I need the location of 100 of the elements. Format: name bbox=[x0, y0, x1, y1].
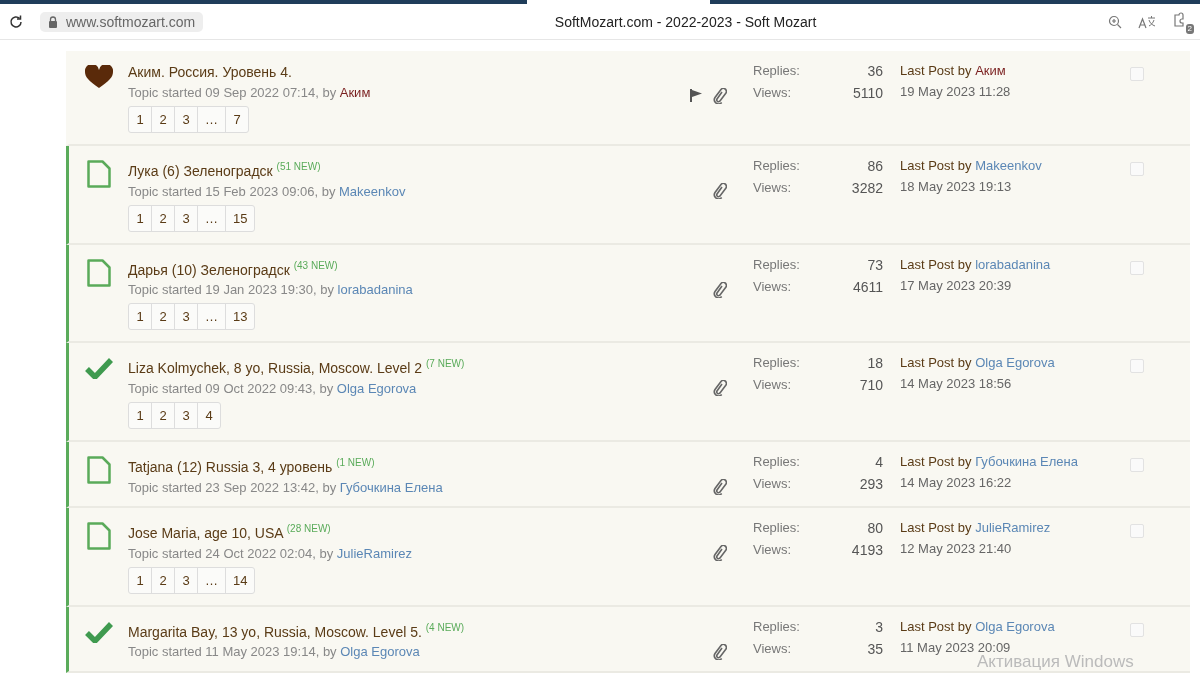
select-checkbox[interactable] bbox=[1130, 523, 1144, 538]
lock-icon bbox=[48, 15, 58, 28]
page-link[interactable]: 1 bbox=[129, 205, 151, 231]
topic-title-link[interactable]: Liza Kolmychek, 8 yo, Russia, Moscow. Level 2 bbox=[128, 359, 423, 376]
replies-count: 86 bbox=[866, 158, 883, 174]
page-link[interactable]: … bbox=[197, 205, 225, 231]
topic-started-text: Topic started 24 Oct 2022 02:04, by JulieRamirez bbox=[128, 545, 413, 561]
topic-title-link[interactable]: Дарья (10) Зеленоградск bbox=[128, 261, 290, 278]
replies-count: 18 bbox=[866, 355, 883, 372]
page-link[interactable]: 3 bbox=[174, 304, 197, 330]
author-link[interactable]: Olga Egorova bbox=[340, 644, 420, 660]
last-post-date: 18 May 2023 19:13 bbox=[900, 179, 1013, 194]
author-link[interactable]: Губочкина Елена bbox=[339, 479, 443, 495]
topic-started-text: Topic started 11 May 2023 19:14, by Olga Egorova bbox=[128, 644, 421, 660]
count-badge: 2 bbox=[1185, 23, 1194, 34]
zoom-icon[interactable] bbox=[1108, 14, 1122, 29]
topic-started-text: Topic started 09 Oct 2022 09:43, by Olga Egorova bbox=[128, 380, 418, 396]
views-label: Views: bbox=[753, 278, 793, 295]
url-text: www.softmozart.com bbox=[66, 13, 196, 30]
page-link[interactable]: 2 bbox=[151, 402, 174, 428]
topic-started-text: Topic started 19 Jan 2023 19:30, by lorabadanina bbox=[128, 282, 414, 298]
last-post-text: Last Post by Губочкина Елена bbox=[900, 453, 1079, 469]
page-link[interactable]: 3 bbox=[174, 567, 197, 593]
select-checkbox[interactable] bbox=[1130, 457, 1144, 472]
page-link[interactable]: 4 bbox=[197, 402, 220, 428]
page-link[interactable]: 2 bbox=[151, 304, 174, 330]
views-label: Views: bbox=[753, 640, 793, 657]
checkmark-icon bbox=[84, 357, 113, 380]
views-label: Views: bbox=[753, 475, 793, 492]
activation-notice: Активация Windows bbox=[977, 652, 1134, 672]
page-link[interactable]: … bbox=[197, 304, 225, 330]
views-label: Views: bbox=[753, 85, 793, 101]
last-poster-link[interactable]: Аким bbox=[975, 63, 1006, 78]
page-link[interactable]: … bbox=[197, 107, 225, 132]
replies-label: Replies: bbox=[753, 63, 801, 79]
select-checkbox[interactable] bbox=[1130, 260, 1144, 275]
select-checkbox[interactable] bbox=[1130, 359, 1144, 374]
last-post-text: Last Post by Olga Egorova bbox=[900, 618, 1056, 634]
last-poster-link[interactable]: Olga Egorova bbox=[975, 618, 1055, 634]
document-icon bbox=[86, 455, 111, 484]
page-link[interactable]: 14 bbox=[225, 567, 255, 593]
last-poster-link[interactable]: Губочкина Елена bbox=[975, 453, 1078, 469]
page-link[interactable]: 2 bbox=[151, 567, 174, 593]
last-poster-link[interactable]: Olga Egorova bbox=[975, 355, 1055, 371]
views-count: 4193 bbox=[851, 541, 883, 558]
page-link[interactable]: 3 bbox=[174, 107, 197, 132]
views-count: 4611 bbox=[852, 278, 883, 295]
topic-title-link[interactable]: Лука (6) Зеленоградск bbox=[128, 162, 273, 179]
replies-label: Replies: bbox=[753, 519, 801, 536]
page-link[interactable]: 3 bbox=[174, 205, 197, 231]
topic-title-link[interactable]: Margarita Bay, 13 yo, Russia, Moscow. Level 5. bbox=[128, 623, 422, 640]
page-title: SoftMozart.com - 2022-2023 - Soft Mozart bbox=[553, 13, 818, 30]
document-icon bbox=[86, 521, 111, 550]
last-post-date: 12 May 2023 21:40 bbox=[900, 540, 1013, 556]
read-aloud-icon[interactable] bbox=[1138, 14, 1156, 29]
page-link[interactable]: 1 bbox=[129, 107, 151, 132]
author-link[interactable]: JulieRamirez bbox=[336, 545, 412, 561]
replies-count: 80 bbox=[866, 519, 883, 536]
replies-label: Replies: bbox=[753, 158, 801, 174]
document-icon bbox=[86, 160, 111, 188]
heart-icon bbox=[84, 65, 113, 89]
topic-title-link[interactable]: Jose Maria, age 10, USA bbox=[128, 524, 283, 541]
author-link[interactable]: lorabadanina bbox=[337, 282, 413, 298]
last-poster-link[interactable]: lorabadanina bbox=[975, 256, 1051, 272]
last-poster-link[interactable]: JulieRamirez bbox=[975, 519, 1051, 535]
author-link[interactable]: Olga Egorova bbox=[336, 380, 417, 396]
page-link[interactable]: 15 bbox=[225, 205, 255, 231]
author-link[interactable]: Аким bbox=[339, 85, 371, 100]
views-label: Views: bbox=[753, 377, 793, 394]
last-post-text: Last Post by Аким bbox=[900, 63, 1007, 78]
page-link[interactable]: 1 bbox=[129, 304, 151, 330]
replies-count: 4 bbox=[874, 453, 883, 470]
page-link[interactable]: 1 bbox=[129, 402, 151, 428]
select-checkbox[interactable] bbox=[1130, 67, 1144, 81]
page-link[interactable]: 2 bbox=[151, 205, 174, 231]
address-bar[interactable]: www.softmozart.com bbox=[40, 11, 204, 32]
last-poster-link[interactable]: Makeenkov bbox=[975, 158, 1042, 173]
page-link[interactable]: … bbox=[197, 567, 225, 593]
select-checkbox[interactable] bbox=[1130, 622, 1144, 637]
extensions-button[interactable]: 2 bbox=[1172, 11, 1192, 32]
last-post-text: Last Post by JulieRamirez bbox=[900, 519, 1052, 535]
replies-label: Replies: bbox=[753, 355, 801, 372]
checkmark-icon bbox=[84, 620, 113, 643]
page-link[interactable]: 13 bbox=[225, 304, 255, 330]
views-count: 293 bbox=[859, 475, 883, 492]
replies-label: Replies: bbox=[753, 256, 801, 273]
topic-title-link[interactable]: Аким. Россия. Уровень 4. bbox=[128, 64, 292, 80]
last-post-date: 11 May 2023 20:09 bbox=[900, 639, 1012, 655]
page-link[interactable]: 3 bbox=[174, 402, 197, 428]
page-link[interactable]: 7 bbox=[225, 107, 248, 132]
author-link[interactable]: Makeenkov bbox=[339, 183, 406, 199]
select-checkbox[interactable] bbox=[1130, 162, 1144, 176]
last-post-date: 19 May 2023 11:28 bbox=[900, 84, 1012, 99]
document-icon bbox=[86, 258, 111, 287]
views-count: 5110 bbox=[852, 85, 883, 101]
last-post-date: 14 May 2023 18:56 bbox=[900, 376, 1013, 392]
page-link[interactable]: 1 bbox=[129, 567, 151, 593]
topic-title-link[interactable]: Tatjana (12) Russia 3, 4 уровень bbox=[128, 458, 333, 475]
page-link[interactable]: 2 bbox=[151, 107, 174, 132]
reload-icon[interactable] bbox=[8, 13, 24, 30]
